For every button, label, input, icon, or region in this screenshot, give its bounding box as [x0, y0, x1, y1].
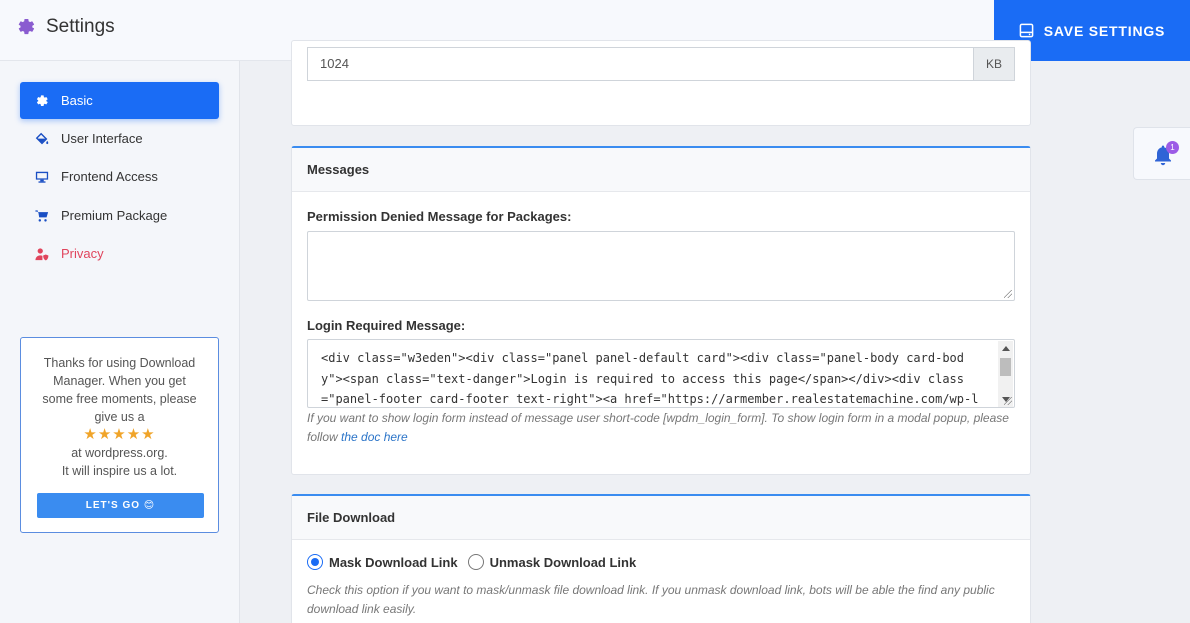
- unit-addon: KB: [973, 47, 1015, 81]
- save-icon: [1019, 23, 1034, 38]
- page-title: Settings: [16, 16, 115, 38]
- sidebar-item-premium-package[interactable]: Premium Package: [20, 197, 219, 234]
- scroll-up-arrow-icon[interactable]: [1002, 346, 1010, 351]
- sidebar-item-label: Premium Package: [61, 208, 168, 223]
- sidebar-item-label: Basic: [61, 93, 93, 108]
- unmask-radio[interactable]: [467, 554, 484, 570]
- gear-icon: [36, 94, 48, 106]
- notification-button[interactable]: 1: [1133, 127, 1190, 180]
- promo-box: Thanks for using Download Manager. When …: [20, 337, 219, 533]
- paint-bucket-icon: [35, 132, 49, 144]
- login-required-value: <div class="w3eden"><div class="panel pa…: [321, 351, 979, 406]
- save-settings-label: SAVE SETTINGS: [1043, 22, 1166, 39]
- permission-denied-textarea[interactable]: [307, 231, 1015, 301]
- sidebar-item-privacy[interactable]: Privacy: [20, 235, 219, 272]
- page-title-text: Settings: [46, 16, 115, 37]
- resize-handle[interactable]: [1004, 397, 1012, 405]
- monitor-icon: [35, 171, 49, 183]
- sidebar-item-user-interface[interactable]: User Interface: [20, 120, 219, 157]
- sidebar: Basic User Interface Frontend Access Pre…: [0, 61, 240, 623]
- messages-panel-title: Messages: [292, 148, 1030, 192]
- upload-size-input[interactable]: 1024: [307, 47, 1015, 81]
- sidebar-item-frontend-access[interactable]: Frontend Access: [20, 158, 219, 195]
- login-message-help: If you want to show login form instead o…: [307, 409, 1019, 447]
- mask-radio[interactable]: [307, 554, 323, 570]
- download-link-options: Mask Download Link Unmask Download Link: [307, 554, 636, 570]
- user-shield-icon: [35, 247, 49, 260]
- file-download-panel-title: File Download: [292, 496, 1030, 540]
- doc-link[interactable]: the doc here: [341, 430, 408, 444]
- gear-icon: [18, 19, 35, 35]
- login-required-label: Login Required Message:: [307, 318, 466, 333]
- messages-panel: Messages Permission Denied Message for P…: [291, 146, 1031, 475]
- rating-stars[interactable]: ★★★★★: [21, 426, 218, 444]
- promo-text: It will inspire us a lot.: [61, 464, 178, 478]
- lets-go-button[interactable]: LET'S GO 😊: [37, 493, 204, 518]
- sidebar-item-label: Privacy: [61, 246, 104, 261]
- sidebar-item-label: User Interface: [61, 131, 143, 146]
- promo-text: give us a: [94, 410, 145, 424]
- mask-label[interactable]: Mask Download Link: [329, 555, 458, 570]
- help-text: If you want to show login form instead o…: [307, 411, 1009, 444]
- permission-denied-label: Permission Denied Message for Packages:: [307, 209, 572, 224]
- scroll-thumb[interactable]: [1000, 358, 1011, 376]
- file-download-help: Check this option if you want to mask/un…: [307, 583, 995, 616]
- upload-size-panel: 1024 KB: [291, 40, 1031, 126]
- promo-text: Manager. When you get: [53, 374, 186, 388]
- promo-text: at wordpress.org.: [71, 446, 168, 460]
- sidebar-item-basic[interactable]: Basic: [20, 82, 219, 119]
- cart-icon: [35, 209, 49, 222]
- file-download-panel: File Download Mask Download Link Unmask …: [291, 494, 1031, 623]
- sidebar-item-label: Frontend Access: [61, 169, 158, 184]
- promo-text: Thanks for using Download: [43, 356, 196, 370]
- notification-count-badge: 1: [1166, 141, 1179, 154]
- unmask-label[interactable]: Unmask Download Link: [490, 555, 637, 570]
- promo-text: some free moments, please: [42, 392, 197, 406]
- resize-handle[interactable]: [1004, 290, 1012, 298]
- login-required-textarea[interactable]: <div class="w3eden"><div class="panel pa…: [307, 339, 1015, 408]
